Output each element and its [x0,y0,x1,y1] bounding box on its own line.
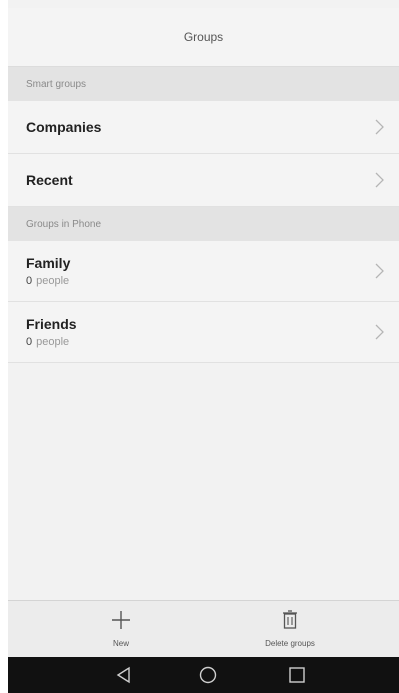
group-name: Companies [26,119,102,135]
plus-icon [112,611,130,629]
chevron-right-icon [375,263,384,279]
app-header: Groups [8,8,399,67]
section-header-smart-groups: Smart groups [8,67,399,101]
group-row-companies[interactable]: Companies [8,101,399,154]
new-button-label: New [112,639,129,648]
recent-square-icon[interactable] [287,665,307,685]
chevron-right-icon [375,172,384,188]
bottom-toolbar: New Delete groups [8,600,399,658]
group-name: Friends [26,316,77,332]
new-group-button[interactable]: New [71,609,171,648]
member-count-unit: people [36,336,70,348]
group-row-recent[interactable]: Recent [8,154,399,207]
page-title: Groups [183,30,224,44]
delete-button-label: Delete groups [265,639,315,648]
group-row-friends[interactable]: Friends 0 people [8,302,399,363]
member-count-number: 0 [26,336,33,348]
member-count: 0 people [26,275,399,287]
trash-icon [283,610,297,629]
delete-groups-button[interactable]: Delete groups [240,609,340,648]
group-name: Family [26,255,71,271]
member-count-number: 0 [26,275,33,287]
system-nav-bar [8,657,399,693]
chevron-right-icon [375,324,384,340]
chevron-right-icon [375,119,384,135]
status-bar [8,0,399,8]
member-count-unit: people [36,275,70,287]
section-header-groups-in-phone: Groups in Phone [8,207,399,241]
screen: Groups Smart groups Companies Recent Gro… [8,0,399,693]
member-count: 0 people [26,336,399,348]
group-name: Recent [26,172,73,188]
group-row-family[interactable]: Family 0 people [8,241,399,302]
back-triangle-icon[interactable] [114,665,134,685]
home-circle-icon[interactable] [198,665,218,685]
